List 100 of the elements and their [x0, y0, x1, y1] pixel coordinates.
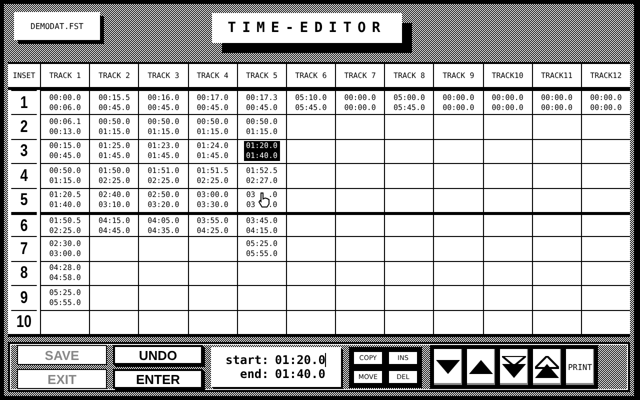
row-number: 10: [11, 310, 37, 334]
empty-cell[interactable]: [433, 310, 482, 334]
double-down-arrow-icon: [502, 356, 526, 378]
empty-cell[interactable]: [384, 236, 434, 261]
row-number: 1: [11, 90, 37, 114]
empty-cell[interactable]: [236, 285, 286, 310]
empty-cell[interactable]: [433, 212, 482, 236]
empty-cell[interactable]: [532, 138, 581, 164]
empty-cell[interactable]: [286, 163, 335, 188]
row-number: 9: [11, 285, 37, 310]
empty-cell[interactable]: [580, 260, 630, 286]
empty-cell[interactable]: [286, 260, 335, 286]
empty-cell[interactable]: [580, 138, 630, 164]
empty-cell[interactable]: [138, 260, 188, 286]
empty-cell[interactable]: [532, 285, 581, 310]
empty-cell[interactable]: [482, 188, 532, 212]
empty-cell[interactable]: [433, 163, 482, 188]
empty-cell[interactable]: [188, 260, 237, 286]
scroll-button[interactable]: [433, 348, 463, 386]
scroll-button[interactable]: [466, 348, 496, 386]
empty-cell[interactable]: [335, 212, 384, 236]
empty-cell[interactable]: [89, 310, 138, 334]
empty-cell[interactable]: [384, 188, 434, 212]
empty-cell[interactable]: [384, 163, 434, 188]
empty-cell[interactable]: [433, 260, 482, 286]
empty-cell[interactable]: [433, 138, 482, 164]
empty-cell[interactable]: [40, 310, 90, 334]
empty-cell[interactable]: [482, 236, 532, 261]
empty-cell[interactable]: [482, 163, 532, 188]
empty-cell[interactable]: [482, 212, 532, 236]
empty-cell[interactable]: [384, 138, 434, 164]
empty-cell[interactable]: [335, 285, 384, 310]
empty-cell[interactable]: [335, 188, 384, 212]
window-title: TIME-EDITOR: [212, 13, 402, 43]
empty-cell[interactable]: [580, 285, 630, 310]
empty-cell[interactable]: [532, 114, 581, 139]
double-up-arrow-icon: [535, 356, 559, 378]
print-button[interactable]: PRINT: [565, 348, 595, 386]
empty-cell[interactable]: [532, 236, 581, 261]
empty-cell[interactable]: [286, 285, 335, 310]
row-number: 5: [11, 188, 37, 212]
empty-cell[interactable]: [532, 260, 581, 286]
scroll-button[interactable]: [499, 348, 529, 386]
empty-cell[interactable]: [286, 212, 335, 236]
empty-cell[interactable]: [286, 188, 335, 212]
empty-cell[interactable]: [482, 260, 532, 286]
empty-cell[interactable]: [236, 310, 286, 334]
empty-cell[interactable]: [335, 236, 384, 261]
empty-cell[interactable]: [138, 285, 188, 310]
empty-cell[interactable]: [89, 236, 138, 261]
empty-cell[interactable]: [482, 114, 532, 139]
scroll-button[interactable]: [532, 348, 562, 386]
empty-cell[interactable]: [89, 260, 138, 286]
empty-cell[interactable]: [580, 163, 630, 188]
empty-cell[interactable]: [384, 285, 434, 310]
empty-cell[interactable]: [384, 260, 434, 286]
empty-cell[interactable]: [335, 114, 384, 139]
command-button[interactable]: UNDO: [113, 345, 203, 365]
empty-cell[interactable]: [433, 188, 482, 212]
empty-cell[interactable]: [482, 138, 532, 164]
empty-cell[interactable]: [335, 163, 384, 188]
empty-cell[interactable]: [384, 114, 434, 139]
command-button[interactable]: ENTER: [113, 369, 203, 389]
empty-cell[interactable]: [580, 236, 630, 261]
empty-cell[interactable]: [580, 114, 630, 139]
time-range-field[interactable]: start: 01:20.0 end: 01:40.0: [211, 347, 341, 387]
empty-cell[interactable]: [89, 285, 138, 310]
empty-cell[interactable]: [138, 310, 188, 334]
empty-cell[interactable]: [335, 138, 384, 164]
empty-cell[interactable]: [580, 188, 630, 212]
empty-cell[interactable]: [482, 285, 532, 310]
empty-cell[interactable]: [188, 236, 237, 261]
empty-cell[interactable]: [138, 236, 188, 261]
up-arrow-icon: [469, 360, 493, 374]
empty-cell[interactable]: [482, 310, 532, 334]
file-name-label: DEMODAT.FST: [14, 12, 100, 40]
empty-cell[interactable]: [188, 310, 237, 334]
empty-cell[interactable]: [286, 236, 335, 261]
empty-cell[interactable]: [286, 138, 335, 164]
empty-cell[interactable]: [384, 310, 434, 334]
empty-cell[interactable]: [433, 114, 482, 139]
empty-cell[interactable]: [384, 212, 434, 236]
empty-cell[interactable]: [532, 188, 581, 212]
empty-cell[interactable]: [433, 236, 482, 261]
empty-cell[interactable]: [433, 285, 482, 310]
empty-cell[interactable]: [580, 212, 630, 236]
empty-cell[interactable]: [286, 114, 335, 139]
row-number: 6: [11, 212, 37, 236]
row-number: 7: [11, 236, 37, 261]
empty-cell[interactable]: [532, 212, 581, 236]
empty-cell[interactable]: [532, 310, 581, 334]
down-arrow-icon: [436, 360, 460, 374]
empty-cell[interactable]: [335, 310, 384, 334]
empty-cell[interactable]: [236, 260, 286, 286]
empty-cell[interactable]: [532, 163, 581, 188]
empty-cell[interactable]: [188, 285, 237, 310]
empty-cell[interactable]: [335, 260, 384, 286]
row-number: 3: [11, 138, 37, 164]
empty-cell[interactable]: [286, 310, 335, 334]
empty-cell[interactable]: [580, 310, 630, 334]
